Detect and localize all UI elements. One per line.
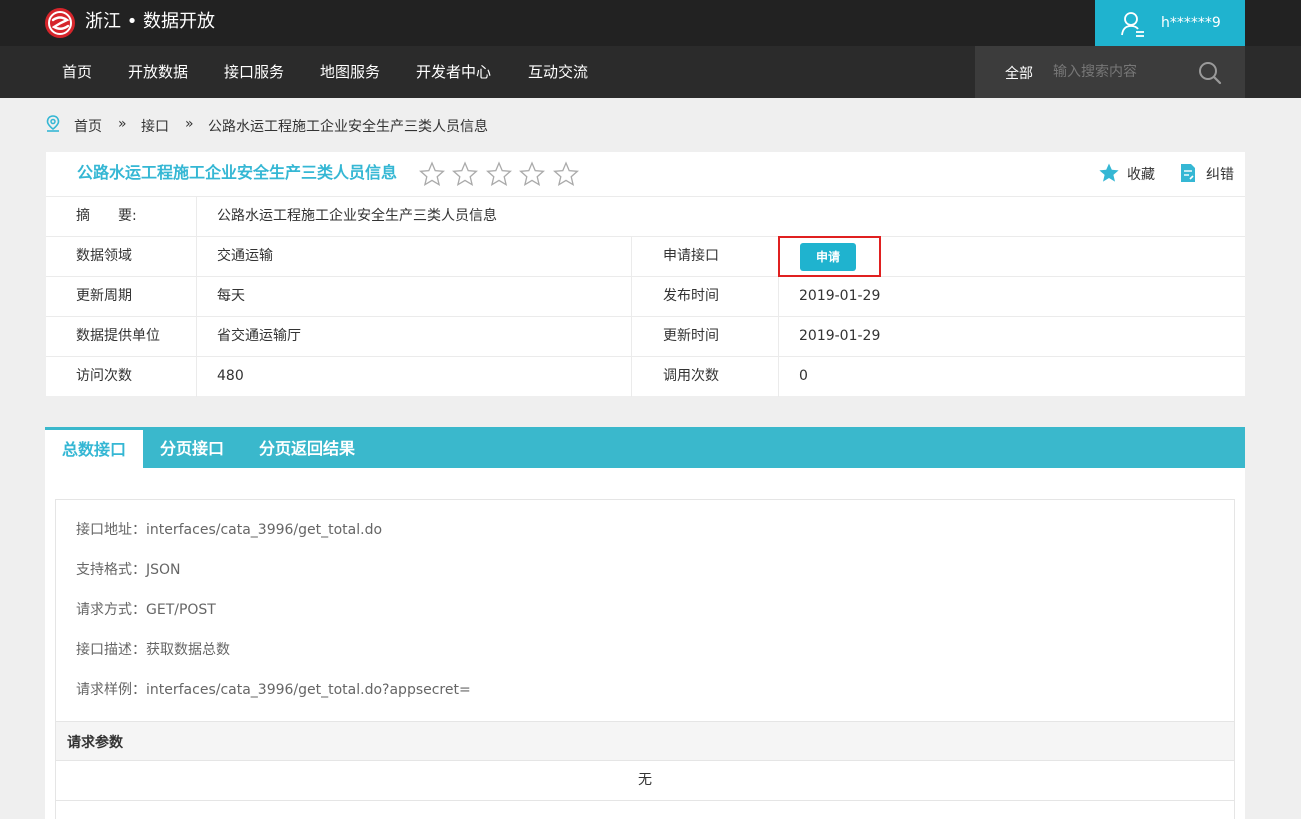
- nav-item-open-data[interactable]: 开放数据: [128, 62, 188, 82]
- search-input[interactable]: [1053, 60, 1163, 84]
- nav-item-developer-center[interactable]: 开发者中心: [416, 62, 491, 82]
- divider: [631, 237, 632, 277]
- divider: [631, 277, 632, 317]
- api-method: 请求方式：GET/POST: [76, 602, 216, 618]
- divider: [778, 317, 779, 357]
- breadcrumb-current: 公路水运工程施工企业安全生产三类人员信息: [208, 119, 488, 135]
- apply-button[interactable]: 申请: [800, 243, 856, 271]
- summary-row: 摘 要: 公路水运工程施工企业安全生产三类人员信息: [46, 196, 1245, 237]
- field-label: 调用次数: [663, 368, 719, 384]
- breadcrumb-api[interactable]: 接口: [141, 116, 169, 136]
- star-icon[interactable]: [552, 161, 579, 187]
- report-doc-icon: [1181, 164, 1195, 182]
- breadcrumb-separator: »: [185, 116, 194, 132]
- api-description: 接口描述：获取数据总数: [76, 642, 230, 658]
- api-tabs: 总数接口 分页接口 分页返回结果: [45, 427, 1245, 468]
- params-table-header: 请求参数: [56, 721, 1234, 761]
- field-label: 访问次数: [76, 368, 132, 384]
- info-row: 数据领域 交通运输 申请接口: [46, 236, 1245, 277]
- divider: [778, 277, 779, 317]
- api-format: 支持格式：JSON: [76, 562, 181, 578]
- dataset-info-card: 公路水运工程施工企业安全生产三类人员信息 收藏 纠错 摘 要: 公路水运工程施工…: [46, 152, 1245, 397]
- search-scope-select[interactable]: 全部: [1005, 63, 1033, 83]
- nav-item-map-services[interactable]: 地图服务: [320, 62, 380, 82]
- summary-label: 摘 要:: [76, 208, 137, 224]
- nav-item-interaction[interactable]: 互动交流: [528, 62, 588, 82]
- api-sample: 请求样例：interfaces/cata_3996/get_total.do?a…: [76, 682, 471, 698]
- divider: [631, 357, 632, 397]
- user-name: h******9: [1161, 15, 1221, 31]
- divider: [778, 357, 779, 397]
- search-icon[interactable]: [1198, 61, 1222, 85]
- location-pin-icon: [46, 115, 60, 132]
- field-value: 2019-01-29: [799, 288, 881, 304]
- field-label: 更新周期: [76, 288, 132, 304]
- nav-item-api-services[interactable]: 接口服务: [224, 62, 284, 82]
- info-row: 数据提供单位 省交通运输厅 更新时间 2019-01-29: [46, 316, 1245, 357]
- field-value: 480: [217, 368, 244, 384]
- summary-value: 公路水运工程施工企业安全生产三类人员信息: [217, 208, 497, 224]
- field-value: 2019-01-29: [799, 328, 881, 344]
- top-header: 浙江 • 数据开放 h******9: [0, 0, 1301, 46]
- rating-stars[interactable]: [419, 161, 582, 187]
- user-icon: [1121, 12, 1144, 37]
- field-label: 发布时间: [663, 288, 719, 304]
- tab-paged-result[interactable]: 分页返回结果: [245, 427, 369, 468]
- params-header-label: 请求参数: [67, 735, 123, 751]
- field-label: 数据领域: [76, 248, 132, 264]
- divider: [631, 317, 632, 357]
- search-box: 全部: [975, 46, 1245, 98]
- star-icon[interactable]: [519, 161, 546, 187]
- field-value: 省交通运输厅: [217, 328, 301, 344]
- report-error-label: 纠错: [1206, 167, 1234, 183]
- params-table-row: 无: [56, 761, 1234, 801]
- site-title[interactable]: 浙江 • 数据开放: [85, 10, 215, 34]
- divider: [196, 277, 197, 317]
- divider: [196, 317, 197, 357]
- page-title: 公路水运工程施工企业安全生产三类人员信息: [77, 163, 398, 182]
- field-label: 数据提供单位: [76, 328, 160, 344]
- api-address: 接口地址：interfaces/cata_3996/get_total.do: [76, 522, 383, 538]
- apply-highlight-box: 申请: [778, 236, 881, 277]
- api-details: 接口地址：interfaces/cata_3996/get_total.do 支…: [55, 499, 1235, 819]
- star-filled-icon: [1099, 163, 1119, 182]
- nav-item-home[interactable]: 首页: [62, 62, 92, 82]
- field-value: 0: [799, 368, 808, 384]
- breadcrumb-separator: »: [118, 116, 127, 132]
- divider: [196, 357, 197, 397]
- field-value: 每天: [217, 288, 245, 304]
- field-value: 交通运输: [217, 248, 273, 264]
- divider: [196, 197, 197, 237]
- favorite-label: 收藏: [1127, 167, 1155, 183]
- star-icon[interactable]: [452, 161, 479, 187]
- divider: [196, 237, 197, 277]
- field-label: 更新时间: [663, 328, 719, 344]
- field-label: 申请接口: [663, 248, 719, 264]
- main-nav: 首页 开放数据 接口服务 地图服务 开发者中心 互动交流 全部: [0, 46, 1301, 98]
- star-icon[interactable]: [419, 161, 445, 187]
- tab-panel: 接口地址：interfaces/cata_3996/get_total.do 支…: [45, 468, 1245, 819]
- zhejiang-logo-icon[interactable]: [44, 7, 76, 39]
- tab-total-api[interactable]: 总数接口: [45, 430, 143, 468]
- info-row: 访问次数 480 调用次数 0: [46, 356, 1245, 397]
- tab-paged-api[interactable]: 分页接口: [147, 427, 237, 468]
- user-menu[interactable]: h******9: [1095, 0, 1245, 46]
- breadcrumb-home[interactable]: 首页: [74, 116, 102, 136]
- star-icon[interactable]: [485, 161, 512, 187]
- info-row: 更新周期 每天 发布时间 2019-01-29: [46, 276, 1245, 317]
